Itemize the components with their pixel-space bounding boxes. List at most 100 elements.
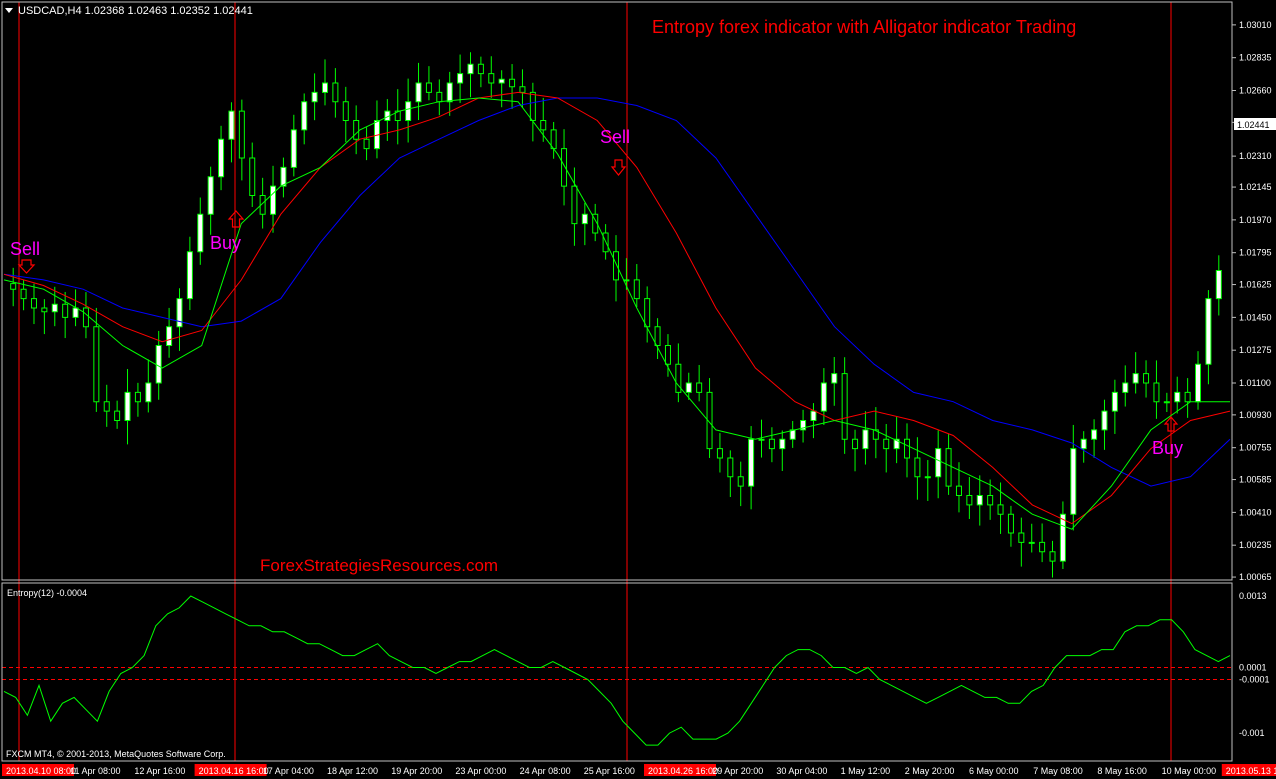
bear-candle [1154, 383, 1159, 402]
bear-candle [915, 458, 920, 477]
bull-candle [499, 79, 504, 83]
bull-candle [468, 64, 473, 73]
bull-candle [198, 214, 203, 252]
bear-candle [769, 439, 774, 448]
bear-candle [83, 308, 88, 327]
bear-candle [717, 449, 722, 458]
highlighted-time-label: 2013.04.26 16:00 [648, 766, 718, 776]
chart-title: Entropy forex indicator with Alligator i… [652, 17, 1076, 37]
time-tick-label: 10 May 00:00 [1162, 766, 1217, 776]
indicator-tick-label: -0.0001 [1239, 674, 1270, 684]
bear-candle [842, 374, 847, 440]
bear-candle [520, 87, 525, 93]
bear-candle [634, 280, 639, 299]
bull-candle [187, 252, 192, 299]
bear-candle [1040, 542, 1045, 551]
bear-candle [1019, 533, 1024, 542]
bull-candle [832, 374, 837, 383]
bull-candle [447, 83, 452, 102]
bear-candle [115, 411, 120, 420]
time-tick-label: 1 May 12:00 [841, 766, 891, 776]
bear-candle [1144, 374, 1149, 383]
bear-candle [11, 284, 16, 290]
bull-candle [759, 439, 764, 440]
bull-candle [302, 102, 307, 130]
bull-candle [1102, 411, 1107, 430]
time-tick-label: 7 May 08:00 [1033, 766, 1083, 776]
price-tick-label: 1.00930 [1239, 410, 1272, 420]
indicator-tick-label: 0.0001 [1239, 663, 1267, 673]
highlighted-time-label: 2013.04.10 08:00 [6, 766, 76, 776]
bear-candle [614, 252, 619, 280]
bear-candle [738, 477, 743, 486]
bear-candle [541, 121, 546, 130]
bear-candle [333, 83, 338, 102]
bull-candle [582, 214, 587, 223]
bear-candle [697, 383, 702, 392]
bull-candle [863, 430, 868, 449]
price-tick-label: 1.02310 [1239, 151, 1272, 161]
bull-candle [208, 177, 213, 215]
time-tick-label: 29 Apr 20:00 [712, 766, 763, 776]
time-tick-label: 24 Apr 08:00 [520, 766, 571, 776]
bear-candle [946, 449, 951, 487]
time-tick-label: 25 Apr 16:00 [584, 766, 635, 776]
bear-candle [104, 402, 109, 411]
symbol-info: USDCAD,H4 1.02368 1.02463 1.02352 1.0244… [18, 5, 253, 17]
bear-candle [853, 439, 858, 448]
bear-candle [1185, 392, 1190, 401]
bull-candle [1071, 449, 1076, 515]
bull-candle [1196, 364, 1201, 402]
bull-candle [1112, 392, 1117, 411]
time-tick-label: 8 May 16:00 [1097, 766, 1147, 776]
bear-candle [1050, 552, 1055, 561]
watermark: ForexStrategiesResources.com [260, 556, 498, 575]
bull-candle [458, 74, 463, 83]
price-tick-label: 1.00410 [1239, 507, 1272, 517]
bear-candle [967, 496, 972, 505]
bull-candle [322, 83, 327, 92]
bear-candle [530, 92, 535, 120]
price-tick-label: 1.01100 [1239, 378, 1271, 388]
time-tick-label: 17 Apr 04:00 [263, 766, 314, 776]
time-tick-label: 6 May 00:00 [969, 766, 1019, 776]
bull-candle [281, 167, 286, 186]
price-tick-label: 1.00755 [1239, 443, 1272, 453]
time-tick-label: 11 Apr 08:00 [70, 766, 120, 776]
bull-candle [977, 496, 982, 505]
time-tick-label: 18 Apr 12:00 [327, 766, 378, 776]
price-tick-label: 1.01625 [1239, 280, 1272, 290]
price-tick-label: 1.00585 [1239, 475, 1272, 485]
bull-candle [406, 102, 411, 121]
bear-candle [42, 308, 47, 312]
bear-candle [510, 79, 515, 87]
bull-candle [1081, 439, 1086, 448]
bull-candle [156, 346, 161, 384]
bull-candle [271, 186, 276, 214]
price-tick-label: 1.01275 [1239, 345, 1272, 355]
price-tick-label: 1.02835 [1239, 53, 1272, 63]
bear-candle [884, 439, 889, 448]
indicator-header: Entropy(12) -0.0004 [7, 588, 87, 598]
bull-candle [229, 111, 234, 139]
bull-candle [177, 299, 182, 327]
bull-candle [73, 308, 78, 317]
bear-candle [562, 149, 567, 187]
bear-candle [956, 486, 961, 495]
bull-candle [936, 449, 941, 477]
bear-candle [426, 83, 431, 92]
bear-candle [63, 304, 68, 317]
bull-candle [925, 477, 930, 478]
bull-candle [749, 439, 754, 486]
sell-signal-label: Sell [10, 239, 40, 259]
bear-candle [1008, 514, 1013, 533]
time-tick-label: 23 Apr 00:00 [455, 766, 506, 776]
buy-signal-label: Buy [210, 233, 241, 253]
last-price-label: 1.02441 [1237, 120, 1270, 130]
bear-candle [572, 186, 577, 224]
bull-candle [1123, 383, 1128, 392]
bull-candle [146, 383, 151, 402]
buy-signal-label: Buy [1152, 438, 1183, 458]
background [0, 0, 1276, 779]
bear-candle [21, 289, 26, 298]
